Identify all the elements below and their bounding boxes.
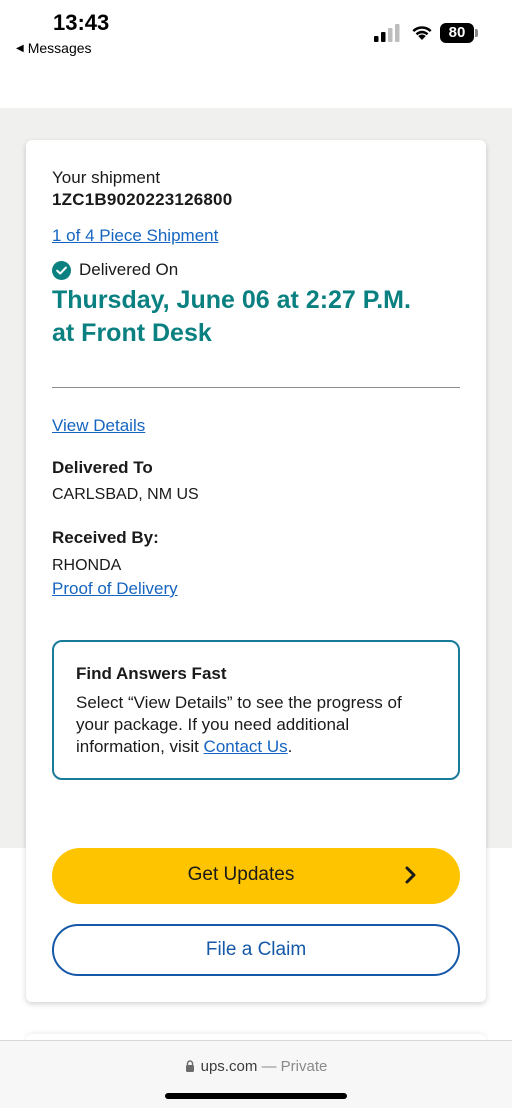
delivered-to-value: CARLSBAD, NM US — [52, 486, 199, 503]
file-claim-button[interactable]: File a Claim — [52, 924, 460, 976]
battery-indicator: 80 — [440, 23, 478, 43]
back-to-app-button[interactable]: ◀ Messages — [16, 40, 92, 56]
divider — [52, 387, 460, 388]
get-updates-label: Get Updates — [187, 864, 295, 885]
url-domain: ups.com — [200, 1058, 258, 1075]
private-mode-label: Private — [280, 1058, 328, 1075]
page-header-band — [0, 62, 512, 108]
chevron-right-icon — [405, 866, 416, 884]
find-answers-end: . — [287, 737, 293, 756]
find-answers-text: Select “View Details” to see the progres… — [76, 692, 438, 758]
battery-nub — [475, 29, 478, 37]
shipment-label: Your shipment — [52, 168, 161, 187]
received-by-value: RHONDA — [52, 557, 122, 574]
view-details-link[interactable]: View Details — [52, 416, 145, 436]
delivered-to-heading: Delivered To — [52, 458, 153, 477]
delivery-status-row: Delivered On — [52, 260, 178, 280]
lock-icon — [185, 1060, 194, 1072]
get-updates-button[interactable]: Get Updates — [52, 848, 460, 904]
delivery-date-line: Thursday, June 06 at 2:27 P.M. — [52, 286, 411, 314]
cellular-signal-icon — [374, 24, 400, 42]
url-separator: — — [257, 1058, 281, 1075]
battery-level: 80 — [440, 23, 474, 43]
proof-of-delivery-link[interactable]: Proof of Delivery — [52, 579, 178, 599]
find-answers-box: Find Answers Fast Select “View Details” … — [52, 640, 460, 780]
address-bar-text: ups.com — Private — [0, 1058, 512, 1075]
wifi-icon — [412, 26, 432, 40]
status-time: 13:43 — [53, 10, 110, 35]
piece-shipment-link[interactable]: 1 of 4 Piece Shipment — [52, 226, 218, 246]
contact-us-link[interactable]: Contact Us — [204, 737, 288, 756]
shipment-card: Your shipment 1ZC1B9020223126800 1 of 4 … — [26, 140, 486, 1002]
browser-address-bar[interactable]: ups.com — Private — [0, 1040, 512, 1108]
find-answers-title: Find Answers Fast — [76, 664, 227, 683]
delivery-status-label: Delivered On — [79, 260, 179, 279]
delivery-date-time: Thursday, June 06 at 2:27 P.M. at Front … — [52, 284, 460, 350]
check-circle-icon — [52, 260, 71, 280]
status-bar: 13:43 ◀ Messages 80 — [0, 0, 512, 62]
received-by-heading: Received By: — [52, 528, 159, 547]
delivery-location-line: at Front Desk — [52, 319, 212, 347]
home-indicator[interactable] — [165, 1093, 347, 1099]
back-app-label: Messages — [27, 40, 92, 56]
tracking-number: 1ZC1B9020223126800 — [52, 190, 233, 209]
back-arrow-icon: ◀ — [16, 42, 24, 54]
